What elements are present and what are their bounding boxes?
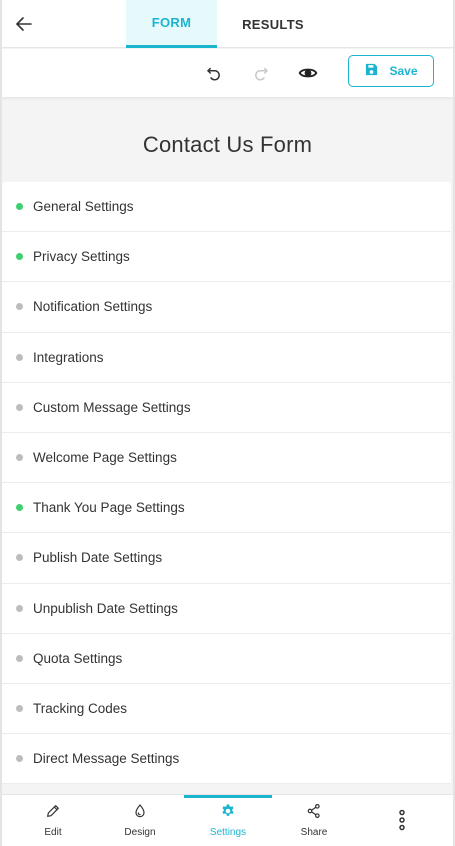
status-dot [16, 755, 23, 763]
status-dot [16, 353, 23, 361]
settings-list-item[interactable]: Unpublish Date Settings [2, 584, 451, 634]
tab-form[interactable]: FORM [126, 0, 217, 48]
settings-item-label: Custom Message Settings [33, 399, 191, 415]
nav-settings[interactable]: Settings [184, 795, 272, 846]
save-button[interactable]: Save [348, 55, 434, 87]
status-dot [16, 654, 23, 662]
settings-item-label: Quota Settings [33, 650, 123, 666]
settings-item-label: General Settings [33, 199, 134, 215]
nav-settings-label: Settings [209, 827, 247, 838]
bottom-navigation: Edit Design Settings Share [2, 794, 453, 846]
settings-item-label: Privacy Settings [33, 249, 130, 265]
status-dot [16, 303, 23, 311]
status-dot [16, 704, 23, 712]
settings-list-item[interactable]: Direct Message Settings [2, 734, 451, 785]
settings-item-label: Welcome Page Settings [33, 450, 177, 466]
settings-list-item[interactable]: Privacy Settings [2, 232, 451, 283]
settings-list-item[interactable]: Thank You Page Settings [2, 483, 451, 534]
settings-list: General Settings Privacy Settings Notifica… [2, 182, 451, 785]
top-header: FORM RESULTS [2, 0, 453, 48]
save-button-label: Save [389, 64, 418, 78]
gear-icon [220, 803, 236, 824]
redo-icon[interactable] [249, 61, 273, 85]
settings-item-label: Notification Settings [33, 299, 153, 315]
nav-design[interactable]: Design [114, 795, 166, 846]
status-dot [16, 604, 23, 612]
undo-icon[interactable] [202, 61, 226, 85]
settings-item-label: Tracking Codes [33, 700, 128, 716]
settings-list-item[interactable]: Tracking Codes [2, 684, 451, 735]
editor-toolbar: Save [2, 49, 453, 97]
status-dot [16, 504, 23, 512]
settings-item-label: Thank You Page Settings [33, 500, 185, 516]
settings-list-item[interactable]: Notification Settings [2, 282, 451, 333]
status-dot [16, 253, 23, 261]
floppy-disk-icon [364, 62, 379, 80]
back-arrow-icon[interactable] [12, 12, 36, 36]
nav-more[interactable] [376, 795, 428, 846]
status-dot [16, 203, 23, 211]
tab-results[interactable]: RESULTS [217, 0, 329, 48]
settings-list-item[interactable]: Quota Settings [2, 634, 451, 684]
settings-item-label: Unpublish Date Settings [33, 600, 178, 616]
eye-icon[interactable] [296, 61, 320, 85]
page-title: Contact Us Form [142, 132, 313, 157]
settings-list-item[interactable]: General Settings [2, 182, 451, 233]
nav-edit-label: Edit [44, 827, 62, 838]
settings-list-item[interactable]: Integrations [2, 333, 451, 383]
settings-list-item[interactable]: Welcome Page Settings [2, 433, 451, 484]
share-icon [306, 803, 322, 824]
droplet-icon [132, 803, 148, 824]
settings-list-item[interactable]: Custom Message Settings [2, 383, 451, 433]
settings-item-label: Integrations [33, 349, 104, 365]
pencil-icon [45, 803, 61, 824]
settings-list-item[interactable]: Publish Date Settings [2, 533, 451, 584]
nav-share-label: Share [300, 827, 328, 838]
settings-item-label: Publish Date Settings [33, 550, 163, 566]
nav-design-label: Design [124, 827, 156, 838]
app-window: FORM RESULTS Save Contact Us Form Genera… [0, 0, 455, 846]
status-dot [16, 554, 23, 562]
status-dot [16, 454, 23, 462]
settings-item-label: Direct Message Settings [33, 751, 180, 767]
nav-edit[interactable]: Edit [27, 795, 79, 846]
status-dot [16, 403, 23, 411]
more-vertical-icon [397, 809, 407, 836]
nav-share[interactable]: Share [288, 795, 340, 846]
